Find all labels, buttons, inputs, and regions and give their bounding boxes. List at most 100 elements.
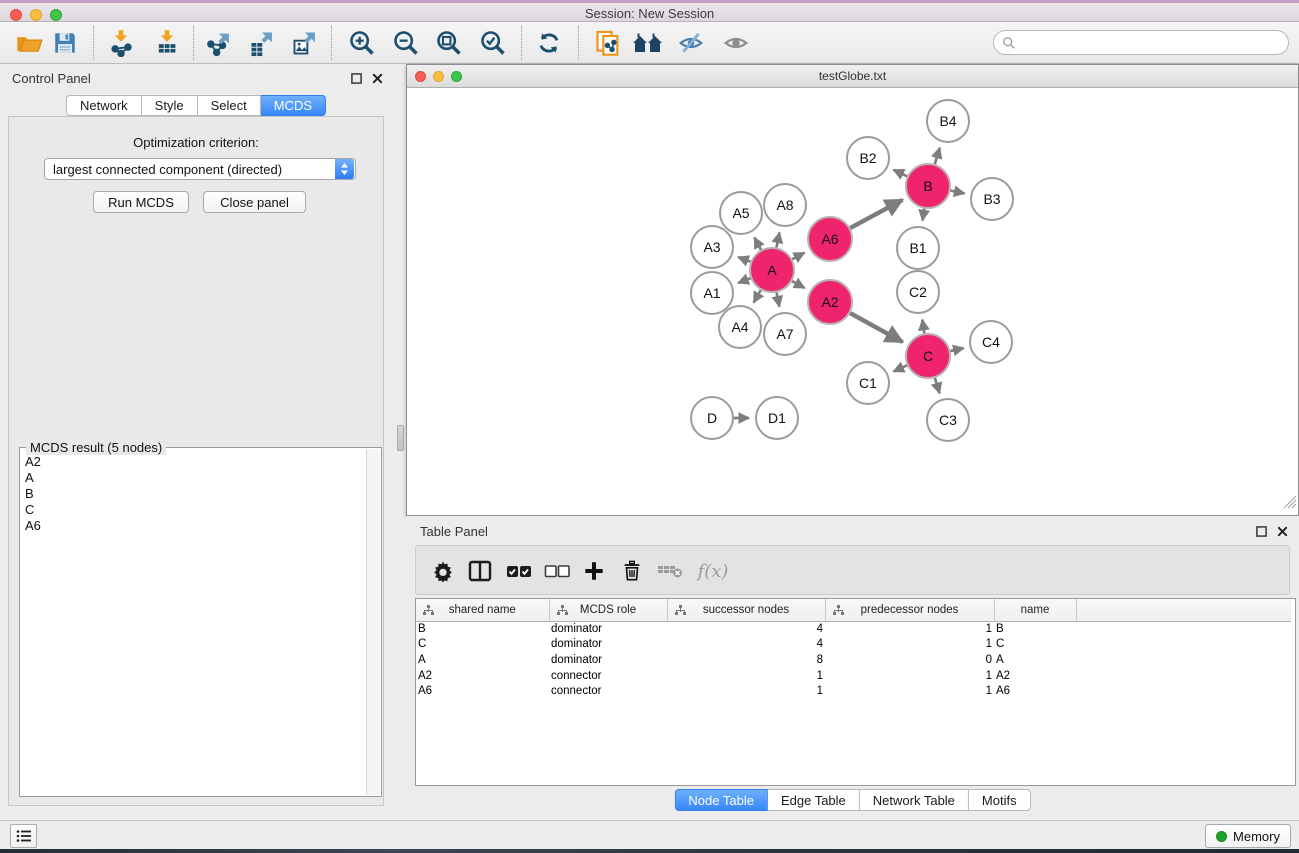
node-C2[interactable]: C2 [897, 271, 939, 313]
column-header-shared-name[interactable]: shared name [416, 599, 549, 621]
result-scrollbar[interactable] [366, 449, 380, 795]
zoom-out-icon[interactable] [390, 27, 422, 59]
tab-motifs[interactable]: Motifs [969, 789, 1031, 811]
tab-select[interactable]: Select [198, 95, 261, 116]
table-cell[interactable]: dominator [549, 637, 667, 653]
column-header-successor-nodes[interactable]: successor nodes [667, 599, 825, 621]
new-network-from-selection-icon[interactable] [592, 27, 624, 59]
node-A7[interactable]: A7 [764, 313, 806, 355]
edge-B-B2[interactable] [893, 170, 907, 177]
select-all-icon[interactable] [504, 556, 534, 586]
node-B3[interactable]: B3 [971, 178, 1013, 220]
network-window-titlebar[interactable]: testGlobe.txt [407, 65, 1298, 88]
float-panel-icon[interactable] [350, 72, 363, 85]
import-network-icon[interactable] [105, 27, 137, 59]
deselect-all-icon[interactable] [542, 556, 572, 586]
table-cell[interactable]: 1 [667, 668, 825, 684]
table-cell[interactable]: A2 [994, 668, 1076, 684]
node-A4[interactable]: A4 [719, 306, 761, 348]
table-cell[interactable]: 1 [825, 637, 994, 653]
import-table-icon[interactable] [151, 27, 183, 59]
table-cell[interactable]: 1 [825, 668, 994, 684]
table-options-icon[interactable] [428, 556, 458, 586]
tab-edge-table[interactable]: Edge Table [768, 789, 860, 811]
tab-mcds[interactable]: MCDS [261, 95, 326, 116]
apply-layout-icon[interactable] [533, 27, 565, 59]
node-A6[interactable]: A6 [808, 217, 852, 261]
show-all-icon[interactable] [720, 27, 752, 59]
table-cell[interactable]: A6 [994, 683, 1076, 699]
edge-C-C2[interactable] [922, 320, 924, 334]
result-item-A[interactable]: A [21, 470, 366, 486]
table-cell[interactable]: C [994, 637, 1076, 653]
edge-A-A3[interactable] [738, 257, 750, 262]
column-header-name[interactable]: name [994, 599, 1076, 621]
node-C[interactable]: C [906, 334, 950, 378]
edge-C-C4[interactable] [951, 348, 964, 351]
node-A3[interactable]: A3 [691, 226, 733, 268]
table-cell[interactable]: 1 [825, 621, 994, 637]
zoom-fit-icon[interactable] [433, 27, 465, 59]
search-input[interactable] [1016, 35, 1288, 50]
node-A[interactable]: A [750, 248, 794, 292]
network-canvas[interactable]: B4B2BB3A8A5A6A3B1AC2A1A2A4A7C4CC1DD1C3 [408, 89, 1298, 515]
edge-B-B1[interactable] [923, 209, 925, 221]
hide-selected-icon[interactable] [675, 27, 707, 59]
node-B1[interactable]: B1 [897, 227, 939, 269]
close-panel-icon[interactable] [371, 72, 384, 85]
node-B2[interactable]: B2 [847, 137, 889, 179]
column-header-predecessor-nodes[interactable]: predecessor nodes [825, 599, 994, 621]
open-session-icon[interactable] [13, 27, 45, 59]
export-network-icon[interactable] [203, 27, 235, 59]
table-cell[interactable]: connector [549, 668, 667, 684]
table-cell[interactable]: C [416, 637, 549, 653]
edge-C-C1[interactable] [894, 365, 908, 371]
column-header-mcds-role[interactable]: MCDS role [549, 599, 667, 621]
run-mcds-button[interactable]: Run MCDS [93, 191, 189, 213]
table-cell[interactable]: dominator [549, 652, 667, 668]
table-cell[interactable]: dominator [549, 621, 667, 637]
zoom-in-icon[interactable] [346, 27, 378, 59]
save-session-icon[interactable] [49, 27, 81, 59]
show-panels-list-button[interactable] [10, 824, 37, 848]
table-cell[interactable]: connector [549, 683, 667, 699]
table-cell[interactable]: 8 [667, 652, 825, 668]
edge-A6-B[interactable] [850, 200, 902, 228]
table-cell[interactable]: 0 [825, 652, 994, 668]
edge-A-A2[interactable] [792, 281, 805, 288]
result-item-B[interactable]: B [21, 486, 366, 502]
close-table-panel-icon[interactable] [1276, 525, 1289, 538]
node-A1[interactable]: A1 [691, 272, 733, 314]
table-cell[interactable]: A6 [416, 683, 549, 699]
table-cell[interactable]: B [416, 621, 549, 637]
edge-A-A5[interactable] [754, 238, 761, 250]
table-cell[interactable]: 4 [667, 637, 825, 653]
table-cell[interactable]: A [416, 652, 549, 668]
export-table-icon[interactable] [246, 27, 278, 59]
vertical-split-handle[interactable] [397, 425, 404, 451]
add-column-icon[interactable] [579, 556, 609, 586]
export-image-icon[interactable] [289, 27, 321, 59]
edge-A-A6[interactable] [792, 253, 804, 260]
node-B[interactable]: B [906, 164, 950, 208]
node-D[interactable]: D [691, 397, 733, 439]
edge-A2-C[interactable] [850, 313, 903, 342]
table-row-A6[interactable]: A6connector11A6 [416, 683, 1291, 699]
node-C1[interactable]: C1 [847, 362, 889, 404]
table-row-A[interactable]: Adominator80A [416, 652, 1291, 668]
edge-C-C3[interactable] [935, 378, 940, 393]
node-A8[interactable]: A8 [764, 184, 806, 226]
zoom-selected-icon[interactable] [477, 27, 509, 59]
edge-A-A8[interactable] [777, 233, 780, 248]
show-columns-icon[interactable] [465, 556, 495, 586]
node-C4[interactable]: C4 [970, 321, 1012, 363]
node-D1[interactable]: D1 [756, 397, 798, 439]
table-cell[interactable]: A [994, 652, 1076, 668]
result-item-A2[interactable]: A2 [21, 454, 366, 470]
table-row-A2[interactable]: A2connector11A2 [416, 668, 1291, 684]
table-cell[interactable]: 4 [667, 621, 825, 637]
edge-B-B3[interactable] [951, 191, 965, 194]
window-resize-grip[interactable] [1284, 496, 1297, 514]
result-item-C[interactable]: C [21, 502, 366, 518]
node-B4[interactable]: B4 [927, 100, 969, 142]
